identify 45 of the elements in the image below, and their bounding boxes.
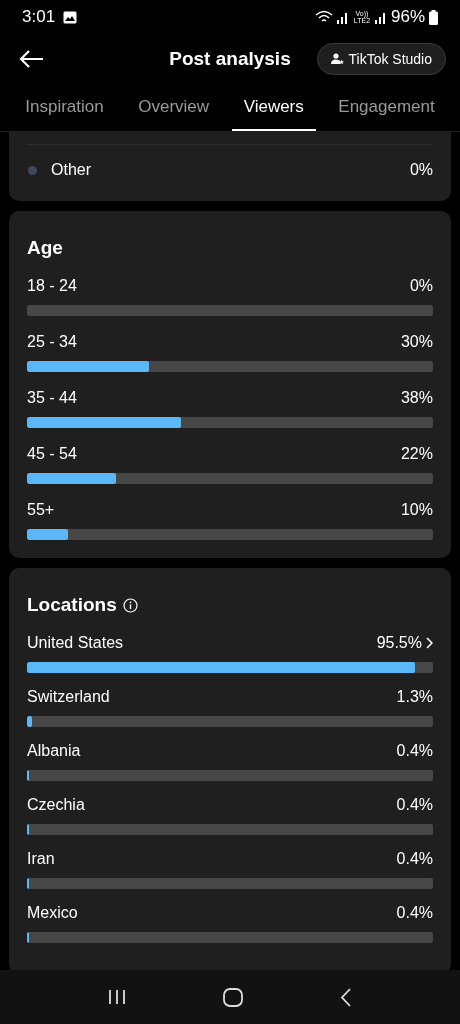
age-label: 35 - 44 [27, 389, 77, 407]
country-label: United States [27, 634, 124, 652]
back-button[interactable] [18, 49, 44, 69]
percent-value: 0.4% [396, 796, 433, 814]
chevron-icon[interactable] [426, 637, 433, 649]
wifi-icon [314, 10, 333, 24]
tab[interactable]: Inspiration [13, 84, 116, 131]
gallery-icon [63, 10, 78, 24]
percent-value: 0% [409, 161, 433, 179]
country-label: Albania [27, 742, 81, 760]
person-star-icon [331, 53, 345, 65]
percent-value: 0.4% [396, 904, 433, 922]
battery-icon [429, 9, 438, 25]
percent-value: 95.5% [376, 634, 422, 652]
section-title: Locations [27, 594, 117, 616]
signal-icon [336, 10, 349, 24]
percent-value: 0% [409, 277, 433, 295]
percent-value: 1.3% [396, 688, 433, 706]
age-label: 45 - 54 [27, 445, 77, 463]
percent-value: 0.4% [396, 742, 433, 760]
country-label: Czechia [27, 796, 85, 814]
country-label: Switzerland [27, 688, 110, 706]
tab[interactable]: Overview [126, 84, 222, 131]
info-icon[interactable] [122, 597, 138, 613]
percent-value: 22% [400, 445, 433, 463]
age-label: 55+ [27, 501, 55, 519]
percent-value: 30% [400, 333, 433, 351]
percent-value: 10% [400, 501, 433, 519]
percent-value: 0.4% [396, 850, 433, 868]
recent-apps-icon [108, 989, 127, 1005]
country-label: Iran [27, 850, 55, 868]
signal-icon [374, 10, 387, 24]
legend-label: Other [51, 161, 91, 179]
studio-button[interactable]: TikTok Studio [317, 43, 446, 75]
page-title: Post analysis [169, 48, 291, 70]
section-title: Age [27, 237, 63, 259]
country-label: Mexico [27, 904, 78, 922]
percent-value: 38% [400, 389, 433, 407]
tab[interactable]: Engagement [326, 84, 447, 131]
age-label: 18 - 24 [27, 277, 77, 295]
battery-percent: 96% [390, 7, 425, 27]
age-label: 25 - 34 [27, 333, 77, 351]
clock: 3:01 [22, 7, 56, 27]
home-icon [223, 987, 243, 1007]
back-icon [339, 987, 352, 1007]
